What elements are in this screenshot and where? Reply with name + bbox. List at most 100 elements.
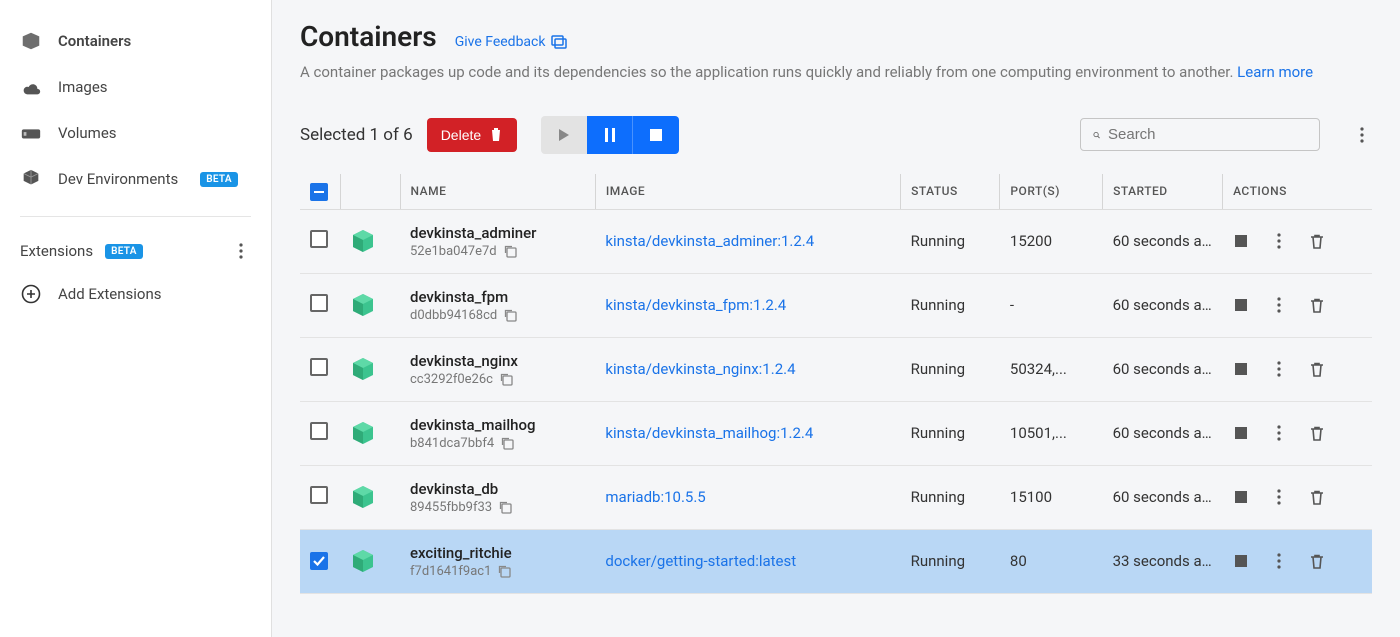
container-ports: 10501,...	[1000, 401, 1103, 465]
row-delete-button[interactable]	[1309, 489, 1325, 505]
container-status: Running	[901, 529, 1000, 593]
container-name[interactable]: devkinsta_nginx	[410, 352, 585, 370]
container-id: 52e1ba047e7d	[410, 244, 497, 259]
container-ports: 80	[1000, 529, 1103, 593]
learn-more-link[interactable]: Learn more	[1237, 63, 1313, 81]
toolbar-more-icon[interactable]	[1352, 125, 1372, 145]
row-delete-button[interactable]	[1309, 233, 1325, 249]
container-started: 60 seconds ago	[1113, 424, 1213, 442]
copy-icon[interactable]	[498, 500, 512, 514]
table-row[interactable]: exciting_ritchief7d1641f9ac1docker/getti…	[300, 529, 1372, 593]
copy-icon[interactable]	[497, 564, 511, 578]
row-stop-button[interactable]	[1233, 425, 1249, 441]
copy-icon[interactable]	[499, 372, 513, 386]
row-delete-button[interactable]	[1309, 297, 1325, 313]
container-ports: 15200	[1000, 209, 1103, 273]
more-icon[interactable]	[231, 241, 251, 261]
container-cube-icon	[350, 548, 390, 574]
table-row[interactable]: devkinsta_nginx cc3292f0e26c kinsta/devkin…	[300, 337, 1372, 401]
table-row[interactable]: devkinsta_adminer 52e1ba047e7d kinsta/devk…	[300, 209, 1372, 273]
row-checkbox[interactable]	[310, 552, 328, 570]
row-stop-button[interactable]	[1233, 553, 1249, 569]
feedback-link[interactable]: Give Feedback	[455, 34, 568, 50]
volume-icon	[20, 122, 42, 144]
play-icon	[558, 128, 570, 142]
select-all-checkbox[interactable]	[310, 183, 328, 201]
row-checkbox[interactable]	[310, 422, 328, 440]
sidebar-item-containers[interactable]: Containers	[0, 18, 271, 64]
row-checkbox[interactable]	[310, 230, 328, 248]
row-more-button[interactable]	[1271, 297, 1287, 313]
container-name[interactable]: devkinsta_db	[410, 480, 585, 498]
pause-button[interactable]	[587, 116, 633, 154]
container-name[interactable]: devkinsta_fpm	[410, 288, 585, 306]
extensions-label: Extensions	[20, 242, 93, 260]
row-checkbox[interactable]	[310, 358, 328, 376]
row-more-button[interactable]	[1271, 233, 1287, 249]
row-delete-button[interactable]	[1309, 425, 1325, 441]
container-cube-icon	[350, 292, 390, 318]
row-delete-button[interactable]	[1309, 361, 1325, 377]
stop-icon	[650, 129, 662, 141]
sidebar-item-images[interactable]: Images	[0, 64, 271, 110]
row-stop-button[interactable]	[1233, 361, 1249, 377]
container-image-link[interactable]: kinsta/devkinsta_adminer:1.2.4	[605, 232, 814, 250]
container-ports: -	[1000, 273, 1103, 337]
beta-badge: BETA	[200, 172, 238, 187]
container-status: Running	[901, 465, 1000, 529]
copy-icon[interactable]	[503, 244, 517, 258]
copy-icon[interactable]	[500, 436, 514, 450]
container-status: Running	[901, 337, 1000, 401]
container-image-link[interactable]: kinsta/devkinsta_fpm:1.2.4	[605, 296, 786, 314]
col-name[interactable]: NAME	[400, 174, 595, 210]
col-image[interactable]: IMAGE	[595, 174, 900, 210]
row-more-button[interactable]	[1271, 361, 1287, 377]
col-started[interactable]: STARTED	[1103, 174, 1223, 210]
container-status: Running	[901, 401, 1000, 465]
container-image-link[interactable]: docker/getting-started:latest	[605, 552, 796, 570]
dev-icon	[20, 168, 42, 190]
search-input[interactable]	[1108, 126, 1307, 143]
row-stop-button[interactable]	[1233, 489, 1249, 505]
pause-icon	[605, 128, 615, 142]
table-row[interactable]: devkinsta_mailhog b841dca7bbf4 kinsta/devk…	[300, 401, 1372, 465]
row-stop-button[interactable]	[1233, 297, 1249, 313]
sidebar-item-label: Containers	[58, 32, 131, 50]
row-more-button[interactable]	[1271, 553, 1287, 569]
container-id: b841dca7bbf4	[410, 436, 494, 451]
container-id: d0dbb94168cd	[410, 308, 497, 323]
row-checkbox[interactable]	[310, 294, 328, 312]
sidebar-item-label: Volumes	[58, 124, 117, 142]
container-image-link[interactable]: mariadb:10.5.5	[605, 488, 705, 506]
row-checkbox[interactable]	[310, 486, 328, 504]
play-button[interactable]	[541, 116, 587, 154]
container-id: cc3292f0e26c	[410, 372, 493, 387]
container-image-link[interactable]: kinsta/devkinsta_mailhog:1.2.4	[605, 424, 813, 442]
col-status[interactable]: STATUS	[901, 174, 1000, 210]
feedback-icon	[551, 35, 567, 49]
row-delete-button[interactable]	[1309, 553, 1325, 569]
row-stop-button[interactable]	[1233, 233, 1249, 249]
container-name[interactable]: devkinsta_mailhog	[410, 416, 585, 434]
container-name[interactable]: devkinsta_adminer	[410, 224, 585, 242]
container-name[interactable]: exciting_ritchie	[410, 544, 585, 562]
copy-icon[interactable]	[503, 308, 517, 322]
table-row[interactable]: devkinsta_fpm d0dbb94168cd kinsta/devkinst…	[300, 273, 1372, 337]
container-image-link[interactable]: kinsta/devkinsta_nginx:1.2.4	[605, 360, 795, 378]
page-description: A container packages up code and its dep…	[300, 61, 1372, 84]
row-more-button[interactable]	[1271, 425, 1287, 441]
table-row[interactable]: devkinsta_db 89455fbb9f33 mariadb:10.5.5 Ru…	[300, 465, 1372, 529]
search-box[interactable]	[1080, 118, 1320, 151]
delete-button[interactable]: Delete	[427, 118, 517, 152]
row-more-button[interactable]	[1271, 489, 1287, 505]
stop-button[interactable]	[633, 116, 679, 154]
page-title: Containers	[300, 20, 437, 53]
col-ports[interactable]: PORT(S)	[1000, 174, 1103, 210]
container-status: Running	[901, 273, 1000, 337]
sidebar-item-dev-environments[interactable]: Dev Environments BETA	[0, 156, 271, 202]
container-id: 89455fbb9f33	[410, 500, 492, 515]
beta-badge: BETA	[105, 244, 143, 259]
sidebar-item-label: Dev Environments	[58, 170, 178, 188]
sidebar-item-add-extensions[interactable]: Add Extensions	[0, 271, 271, 317]
sidebar-item-volumes[interactable]: Volumes	[0, 110, 271, 156]
